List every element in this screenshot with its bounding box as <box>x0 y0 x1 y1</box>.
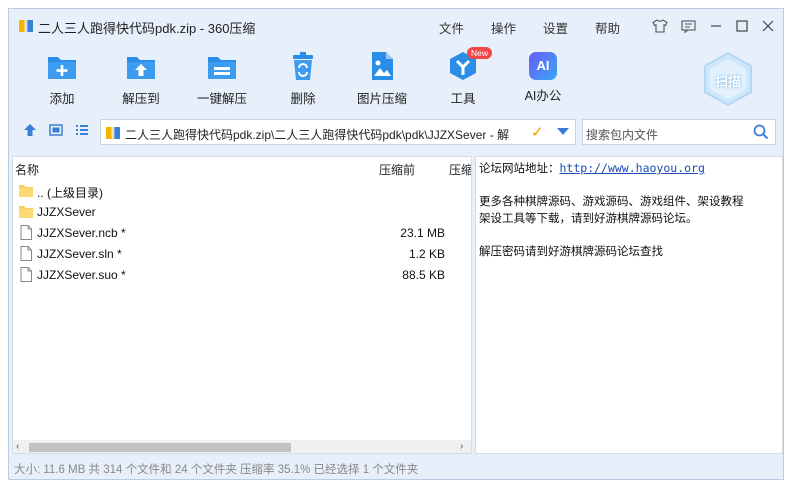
archive-comment-pane: 论坛网站地址：http://www.haoyou.org 更多各种棋牌源码、游戏… <box>475 156 783 454</box>
column-header-name[interactable]: 名称 <box>15 161 39 178</box>
file-name: JJZXSever <box>37 205 96 219</box>
file-name: JJZXSever.ncb * <box>37 226 126 240</box>
extract-to-button[interactable]: 解压到 <box>109 49 173 107</box>
scan-button[interactable]: 扫描 <box>702 51 754 107</box>
one-click-extract-icon <box>208 57 236 79</box>
file-icon <box>20 267 32 282</box>
horizontal-scrollbar[interactable]: ‹ › <box>13 440 471 453</box>
window-title: 二人三人跑得快代码pdk.zip - 360压缩 <box>38 21 256 36</box>
tools-button[interactable]: 工具 New <box>431 47 495 107</box>
scroll-right-icon[interactable]: › <box>460 441 463 452</box>
up-arrow-icon[interactable] <box>23 123 37 140</box>
add-label: 添加 <box>49 92 75 106</box>
ai-office-icon: AI <box>529 52 557 80</box>
file-name: JJZXSever.suo * <box>37 268 126 282</box>
status-bar: 大小: 11.6 MB 共 314 个文件和 24 个文件夹 压缩率 35.1%… <box>14 464 419 476</box>
app-window: 二人三人跑得快代码pdk.zip - 360压缩 文件 操作 设置 帮助 添加 <box>8 8 784 480</box>
comment-line-3: 架设工具等下载，请到好游棋牌源码论坛。 <box>479 211 698 225</box>
list-item[interactable]: JJZXSever <box>17 202 467 222</box>
zip-app-icon <box>19 20 33 32</box>
scroll-left-icon[interactable]: ‹ <box>16 441 19 452</box>
feedback-icon[interactable] <box>679 17 697 35</box>
trash-icon <box>293 52 313 80</box>
address-bar[interactable]: 二人三人跑得快代码pdk.zip\二人三人跑得快代码pdk\pdk\JJZXSe… <box>100 119 576 145</box>
image-compress-icon <box>372 52 393 80</box>
file-name: .. (上级目录) <box>37 186 103 200</box>
folder-icon <box>19 206 33 218</box>
title-bar: 二人三人跑得快代码pdk.zip - 360压缩 文件 操作 设置 帮助 <box>9 9 783 43</box>
image-compress-label: 图片压缩 <box>356 92 407 106</box>
menu-settings[interactable]: 设置 <box>543 18 568 37</box>
minimize-icon[interactable] <box>707 17 725 35</box>
extract-to-label: 解压到 <box>122 92 160 106</box>
new-badge: New <box>467 47 493 59</box>
search-box[interactable]: 搜索包内文件 <box>582 119 776 145</box>
thumbnail-view-icon[interactable] <box>49 123 63 140</box>
delete-label: 删除 <box>290 92 316 106</box>
maximize-icon[interactable] <box>733 17 751 35</box>
scrollbar-thumb[interactable] <box>29 443 291 452</box>
image-compress-button[interactable]: 图片压缩 <box>350 49 414 107</box>
list-item[interactable]: JJZXSever.suo * 88.5 KB 1 <box>17 265 467 285</box>
comment-line-1: 论坛网站地址：http://www.haoyou.org <box>479 161 705 175</box>
ai-office-button[interactable]: AI AI办公 <box>511 49 575 104</box>
menu-operation[interactable]: 操作 <box>491 18 516 37</box>
skin-shirt-icon[interactable] <box>651 17 669 35</box>
list-item[interactable]: JJZXSever.ncb * 23.1 MB · <box>17 223 467 243</box>
folder-icon <box>19 185 33 197</box>
list-view-icon[interactable] <box>75 123 89 140</box>
column-header-compressed[interactable]: 压缩 <box>449 161 471 178</box>
file-list-pane: 名称 压缩前 压缩 .. (上级目录) JJZXSever JJZXSever.… <box>12 156 472 454</box>
add-button[interactable]: 添加 <box>30 49 94 107</box>
column-header-size[interactable]: 压缩前 <box>379 161 415 178</box>
one-click-extract-button[interactable]: 一键解压 <box>190 49 254 107</box>
search-placeholder: 搜索包内文件 <box>586 128 659 142</box>
comment-line-2: 更多各种棋牌源码、游戏源码、游戏组件、架设教程 <box>479 194 744 208</box>
zip-file-icon <box>106 127 120 139</box>
add-icon <box>48 57 76 79</box>
forum-link[interactable]: http://www.haoyou.org <box>560 161 705 175</box>
checkmark-icon: ✓ <box>531 124 544 141</box>
file-size: 1.2 KB <box>408 247 445 261</box>
comment-line-4: 解压密码请到好游棋牌源码论坛查找 <box>479 244 663 258</box>
menu-file[interactable]: 文件 <box>439 18 464 37</box>
list-item[interactable]: .. (上级目录) <box>17 181 467 201</box>
file-size: 88.5 KB <box>402 268 445 282</box>
file-name: JJZXSever.sln * <box>37 247 122 261</box>
file-icon <box>20 225 32 240</box>
address-path: 二人三人跑得快代码pdk.zip\二人三人跑得快代码pdk\pdk\JJZXSe… <box>125 128 510 142</box>
close-icon[interactable] <box>759 17 777 35</box>
list-item[interactable]: JJZXSever.sln * 1.2 KB · <box>17 244 467 264</box>
menu-help[interactable]: 帮助 <box>595 18 620 37</box>
search-icon[interactable] <box>753 124 769 143</box>
dropdown-arrow-icon[interactable] <box>557 128 569 135</box>
ai-office-label: AI办公 <box>524 89 562 103</box>
file-size: 23.1 MB <box>400 226 445 240</box>
file-icon <box>20 246 32 261</box>
one-click-extract-label: 一键解压 <box>196 92 247 106</box>
scan-label: 扫描 <box>714 74 741 89</box>
extract-to-icon <box>127 57 155 79</box>
tools-label: 工具 <box>450 92 476 106</box>
delete-button[interactable]: 删除 <box>271 49 335 107</box>
